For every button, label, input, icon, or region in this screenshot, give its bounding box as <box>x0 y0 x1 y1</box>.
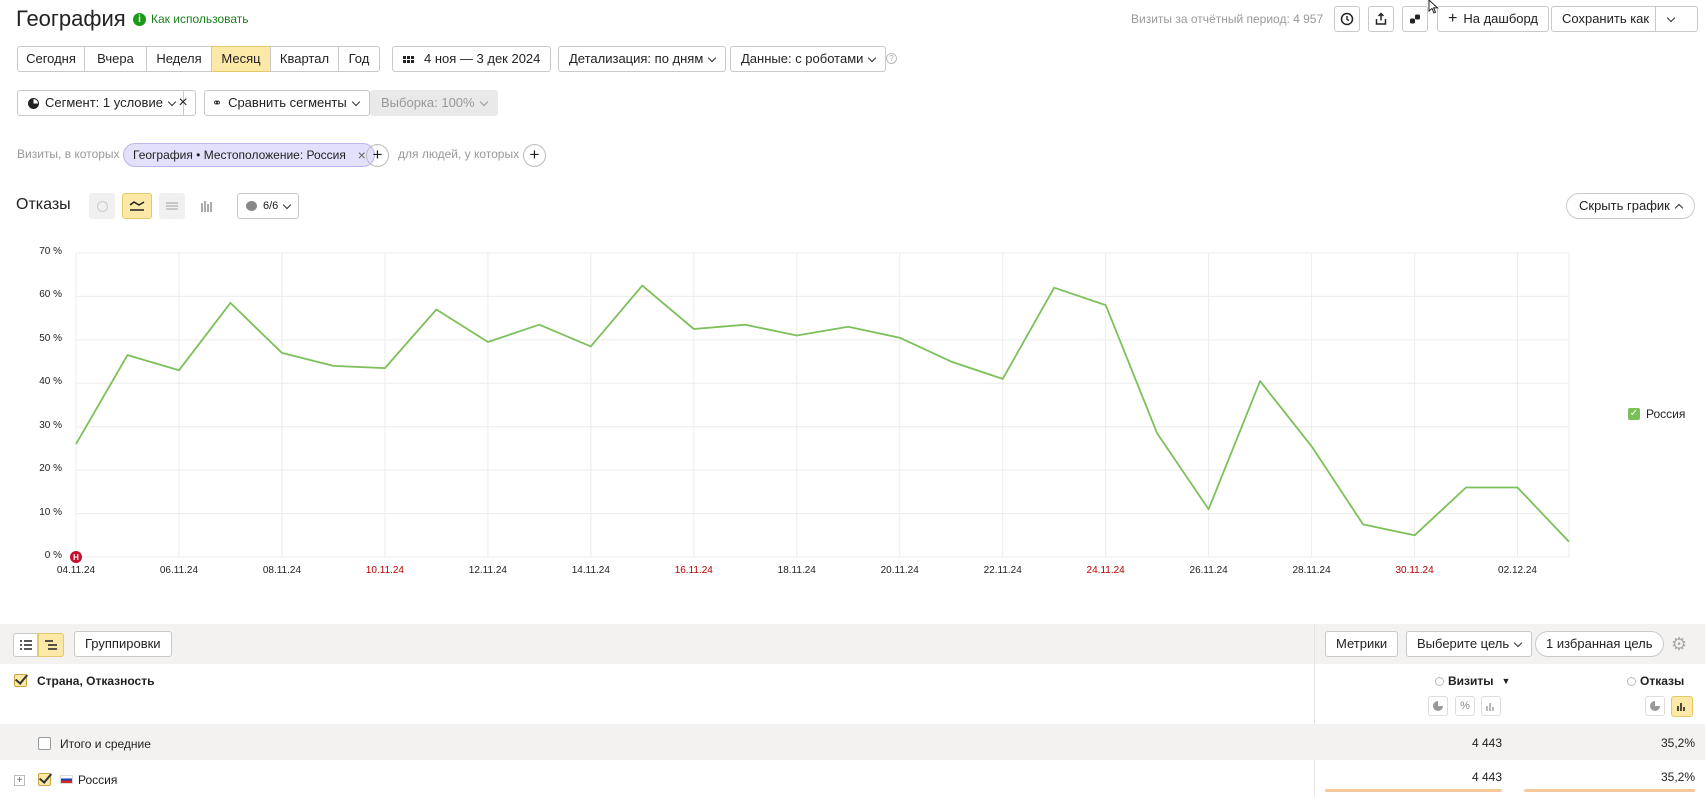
y-tick-label: 0 % <box>44 550 62 561</box>
y-tick-label: 70 % <box>39 246 62 257</box>
table-row[interactable]: + Россия 4 443 35,2% <box>0 761 1705 797</box>
dimension-header: Страна, Отказность <box>37 674 155 688</box>
annotation-marker-label: Н <box>73 553 79 562</box>
row-country-name: Россия <box>78 773 118 787</box>
x-tick-label: 08.11.24 <box>262 565 302 576</box>
info-circle-icon <box>1435 676 1444 686</box>
x-tick-label: 04.11.24 <box>56 565 96 576</box>
x-tick-label: 02.12.24 <box>1498 565 1537 576</box>
pie-icon <box>1650 701 1660 711</box>
x-tick-label: 28.11.24 <box>1292 565 1331 576</box>
x-tick-label: 16.11.24 <box>674 565 713 576</box>
info-circle-icon <box>1627 676 1636 686</box>
x-tick-label: 30.11.24 <box>1395 565 1434 576</box>
chart-legend[interactable]: ✓ Россия <box>1628 407 1685 421</box>
row-bounces-bar <box>1524 789 1695 792</box>
pie-icon <box>1433 701 1443 711</box>
sort-desc-icon: ▼ <box>1501 676 1511 686</box>
y-tick-label: 10 % <box>39 506 62 518</box>
groupings-button[interactable]: Группировки <box>74 631 172 657</box>
x-tick-label: 18.11.24 <box>777 565 816 576</box>
dimension-checkbox[interactable] <box>14 674 27 687</box>
visits-percent-toggle[interactable]: % <box>1455 696 1475 716</box>
row-checkbox[interactable] <box>38 773 51 786</box>
visits-column-label: Визиты <box>1448 674 1494 688</box>
goal-label: Выберите цель <box>1417 636 1510 651</box>
row-bounces: 35,2% <box>1660 770 1695 784</box>
tree-icon <box>45 640 57 650</box>
visits-pie-toggle[interactable] <box>1428 696 1448 716</box>
settings-gear-icon[interactable]: ⚙ <box>1671 634 1687 655</box>
goal-dropdown[interactable]: Выберите цель <box>1406 631 1533 657</box>
list-icon <box>19 640 32 650</box>
y-tick-label: 50 % <box>39 332 62 344</box>
visits-bar-toggle[interactable] <box>1481 696 1501 716</box>
totals-visits: 4 443 <box>1471 736 1502 750</box>
legend-checkbox[interactable]: ✓ <box>1628 408 1640 420</box>
chevron-down-icon <box>1513 638 1523 647</box>
bounces-column-header[interactable]: Отказы <box>1627 674 1684 688</box>
x-tick-label: 26.11.24 <box>1189 565 1228 576</box>
bar-chart-icon <box>1486 702 1494 711</box>
x-tick-label: 06.11.24 <box>159 565 199 576</box>
totals-label: Итого и средние <box>60 737 151 751</box>
x-tick-label: 12.11.24 <box>468 565 507 576</box>
y-tick-label: 60 % <box>39 289 62 301</box>
x-tick-label: 14.11.24 <box>571 565 610 576</box>
expand-icon[interactable]: + <box>14 775 25 786</box>
totals-checkbox[interactable] <box>38 737 51 750</box>
y-tick-label: 20 % <box>39 463 62 475</box>
x-tick-label: 10.11.24 <box>365 565 404 576</box>
visits-column-header[interactable]: Визиты ▼ <box>1435 674 1510 688</box>
x-tick-label: 24.11.24 <box>1086 565 1125 576</box>
metrics-label: Метрики <box>1336 636 1388 651</box>
favorite-goal-button[interactable]: 1 избранная цель <box>1535 631 1664 657</box>
favorite-goal-label: 1 избранная цель <box>1546 636 1653 651</box>
totals-bounces: 35,2% <box>1660 736 1695 750</box>
bounces-column-label: Отказы <box>1640 674 1685 688</box>
series-line <box>75 284 1570 543</box>
x-tick-label: 20.11.24 <box>880 565 919 576</box>
bounces-bar-toggle[interactable] <box>1671 696 1693 717</box>
view-tree-button[interactable] <box>38 633 64 657</box>
y-tick-label: 40 % <box>39 376 62 388</box>
row-visits: 4 443 <box>1471 770 1502 784</box>
flag-russia-icon <box>60 775 73 784</box>
bounces-pie-toggle[interactable] <box>1645 696 1665 716</box>
view-list-button[interactable] <box>13 633 38 657</box>
y-tick-label: 30 % <box>39 419 62 431</box>
line-chart: Н <box>70 252 1570 563</box>
bar-chart-icon <box>1677 703 1685 711</box>
metrics-button[interactable]: Метрики <box>1325 631 1399 657</box>
groupings-label: Группировки <box>85 636 161 651</box>
legend-series-label: Россия <box>1646 407 1686 421</box>
x-tick-label: 22.11.24 <box>983 565 1022 576</box>
row-visits-bar <box>1325 789 1502 792</box>
